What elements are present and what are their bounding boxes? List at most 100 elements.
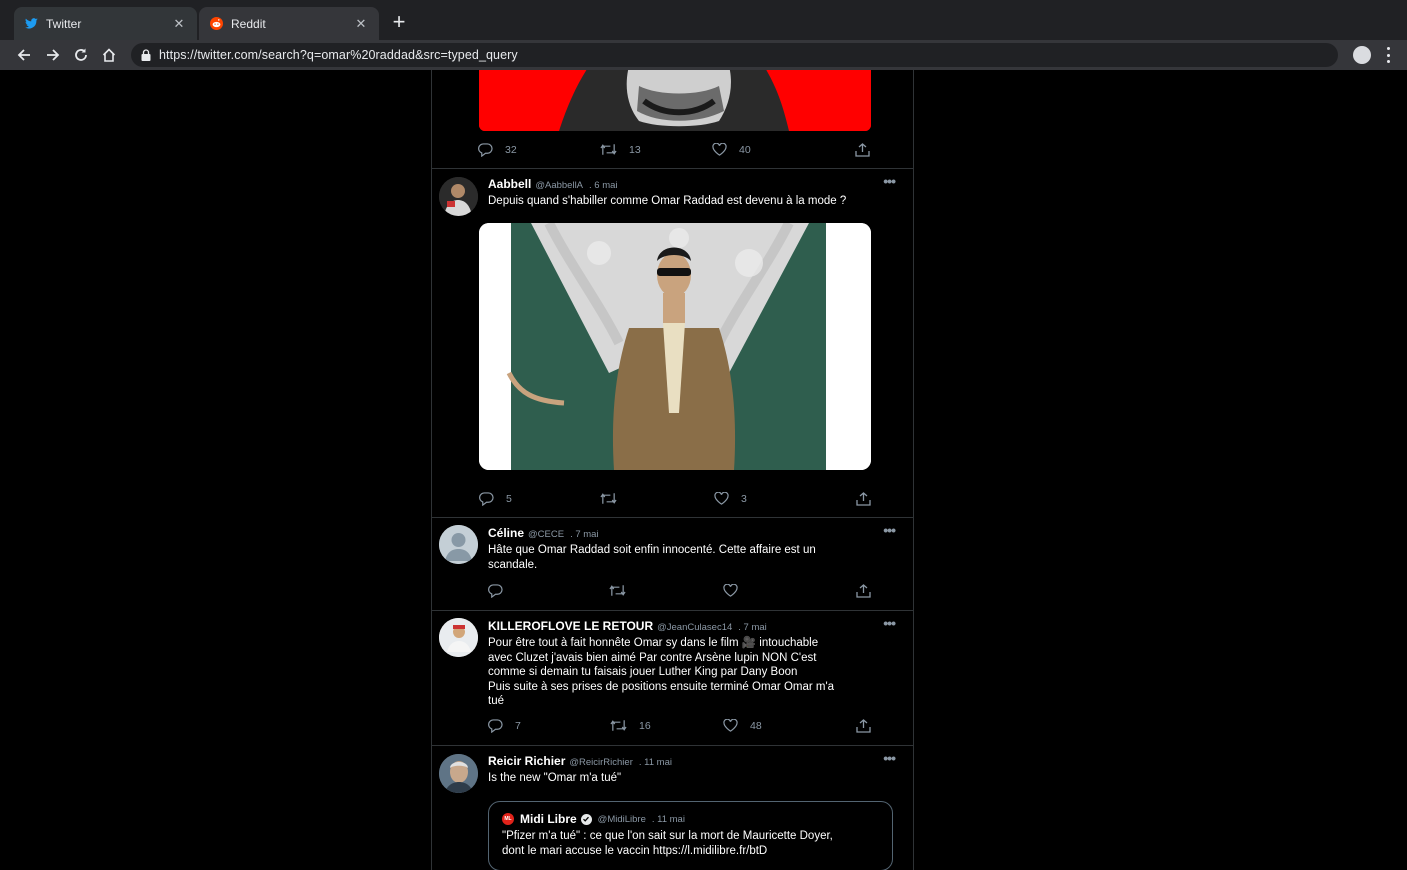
author-handle[interactable]: @ReicirRichier	[569, 757, 633, 768]
share-button[interactable]	[856, 492, 871, 506]
tweet-date[interactable]: . 7 mai	[738, 622, 767, 633]
author-handle[interactable]: @CECE	[528, 529, 564, 540]
close-tab-icon[interactable]: ✕	[171, 16, 187, 32]
tweet-date[interactable]: . 6 mai	[589, 180, 618, 191]
like-button[interactable]: 40	[712, 143, 751, 156]
portrait-image	[479, 70, 871, 131]
heart-icon	[712, 143, 727, 156]
author-name[interactable]: Céline	[488, 526, 524, 540]
reply-button[interactable]: 7	[488, 719, 521, 733]
new-tab-button[interactable]: +	[389, 11, 409, 33]
author-name[interactable]: KILLEROFLOVE LE RETOUR	[488, 619, 653, 633]
forward-icon[interactable]	[43, 45, 63, 65]
tweet-text-line: avec Cluzet j'avais bien aimé Par contre…	[488, 651, 817, 664]
tweet[interactable]: 32 13 40	[432, 70, 913, 169]
heart-icon	[714, 492, 729, 505]
author-name[interactable]: Aabbell	[488, 177, 531, 191]
reply-icon	[478, 143, 493, 157]
share-button[interactable]	[855, 143, 870, 157]
quoted-author-handle: @MidiLibre	[597, 813, 646, 825]
share-icon	[856, 584, 871, 598]
reload-icon[interactable]	[71, 45, 91, 65]
tweet[interactable]: KILLEROFLOVE LE RETOUR @JeanCulasec14 . …	[432, 611, 913, 746]
heart-icon	[723, 584, 738, 597]
like-count: 40	[739, 143, 751, 156]
more-options-icon[interactable]: •••	[883, 174, 896, 188]
reply-button[interactable]: 5	[479, 492, 512, 506]
tweet-text: Is the new "Omar m'a tué"	[488, 772, 622, 784]
retweet-icon	[600, 144, 617, 155]
reply-count: 32	[505, 144, 517, 156]
retweet-button[interactable]	[609, 584, 626, 597]
tweet-header: Céline @CECE . 7 mai	[488, 526, 599, 540]
quoted-tweet-text: "Pfizer m'a tué" : ce que l'on sait sur …	[502, 829, 887, 858]
tweet-image[interactable]	[479, 70, 871, 131]
search-results-timeline: 32 13 40 Aabbell @AabbellA . 6 mai ••• D	[431, 70, 914, 870]
reply-button[interactable]: 32	[478, 143, 517, 157]
browser-menu-icon[interactable]	[1381, 46, 1395, 64]
twitter-bird-icon	[24, 17, 38, 31]
tweet-image[interactable]	[479, 223, 871, 470]
quoted-author-name: Midi Libre	[520, 812, 577, 826]
heart-icon	[723, 719, 738, 732]
more-options-icon[interactable]: •••	[883, 616, 896, 630]
verified-badge-icon	[580, 813, 592, 825]
avatar[interactable]	[439, 177, 478, 216]
like-button[interactable]: 48	[723, 719, 762, 732]
lock-icon	[141, 48, 153, 62]
retweet-button[interactable]	[600, 492, 617, 505]
tweet[interactable]: Aabbell @AabbellA . 6 mai ••• Depuis qua…	[432, 169, 913, 518]
reply-icon	[488, 584, 503, 598]
tweet-header: Aabbell @AabbellA . 6 mai	[488, 177, 618, 191]
retweet-icon	[600, 493, 617, 504]
share-button[interactable]	[856, 584, 871, 598]
like-button[interactable]: 3	[714, 492, 747, 505]
tab-twitter[interactable]: Twitter ✕	[14, 7, 197, 40]
author-handle[interactable]: @AabbellA	[535, 180, 583, 191]
tab-title: Twitter	[46, 16, 82, 31]
reply-icon	[488, 719, 503, 733]
quoted-text-line: "Pfizer m'a tué" : ce que l'on sait sur …	[502, 830, 833, 842]
retweet-button[interactable]: 13	[600, 143, 641, 156]
tab-title: Reddit	[231, 16, 266, 31]
close-tab-icon[interactable]: ✕	[353, 16, 369, 32]
back-icon[interactable]	[14, 45, 34, 65]
browser-toolbar: https://twitter.com/search?q=omar%20radd…	[0, 40, 1407, 70]
tweet-text-line: Pour être tout à fait honnête Omar sy da…	[488, 637, 819, 649]
tweet-date[interactable]: . 11 mai	[639, 757, 672, 768]
tweet-text: Depuis quand s'habiller comme Omar Radda…	[488, 195, 847, 207]
retweet-count: 16	[639, 719, 651, 732]
tweet-date[interactable]: . 7 mai	[570, 529, 599, 540]
reply-icon	[479, 492, 494, 506]
profile-avatar[interactable]	[1353, 46, 1371, 64]
photo-man-in-suit	[479, 223, 871, 470]
retweet-count: 13	[629, 143, 641, 156]
more-options-icon[interactable]: •••	[883, 523, 896, 537]
tweet-actions: 32 13 40	[432, 143, 913, 159]
reply-button[interactable]	[488, 584, 503, 598]
retweet-button[interactable]: 16	[610, 719, 651, 732]
share-icon	[856, 492, 871, 506]
avatar[interactable]	[439, 618, 478, 657]
address-bar[interactable]: https://twitter.com/search?q=omar%20radd…	[131, 43, 1338, 67]
author-handle[interactable]: @JeanCulasec14	[657, 622, 732, 633]
author-name[interactable]: Reicir Richier	[488, 754, 565, 768]
home-icon[interactable]	[99, 45, 119, 65]
reddit-icon	[209, 17, 223, 31]
avatar[interactable]	[439, 525, 478, 564]
quoted-tweet[interactable]: ML Midi Libre @MidiLibre . 11 mai "Pfize…	[488, 801, 893, 870]
like-count: 3	[741, 492, 747, 505]
url-text: https://twitter.com/search?q=omar%20radd…	[159, 48, 518, 62]
more-options-icon[interactable]: •••	[883, 751, 896, 765]
tweet[interactable]: Céline @CECE . 7 mai ••• Hâte que Omar R…	[432, 518, 913, 611]
share-button[interactable]	[856, 719, 871, 733]
like-count: 48	[750, 719, 762, 732]
quoted-text-line: dont le mari accuse le vaccin https://l.…	[502, 844, 768, 857]
tweet-actions	[432, 584, 913, 600]
retweet-icon	[609, 585, 626, 596]
tweet[interactable]: Reicir Richier @ReicirRichier . 11 mai •…	[432, 746, 913, 870]
avatar[interactable]	[439, 754, 478, 793]
share-icon	[855, 143, 870, 157]
like-button[interactable]	[723, 584, 738, 597]
tab-reddit[interactable]: Reddit ✕	[199, 7, 379, 40]
